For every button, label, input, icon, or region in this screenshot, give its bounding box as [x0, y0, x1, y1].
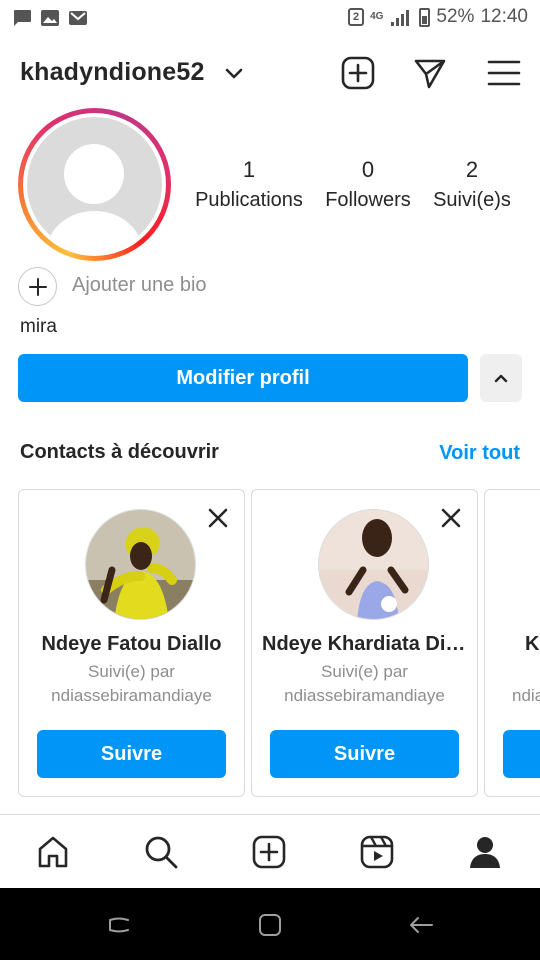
avatar-placeholder-head [64, 144, 124, 204]
follow-button[interactable] [503, 730, 540, 778]
follow-button[interactable]: Suivre [37, 730, 226, 778]
close-icon[interactable] [206, 506, 230, 530]
suggestion-avatar[interactable] [318, 509, 429, 620]
suggestion-card: Ndeye Fatou Diallo Suivi(e) par ndiasseb… [18, 489, 245, 797]
home-icon [38, 836, 68, 868]
nav-search[interactable] [142, 833, 180, 871]
avatar-container [23, 113, 166, 256]
add-bio-label[interactable]: Ajouter une bio [72, 274, 207, 297]
chevron-down-icon[interactable] [222, 62, 246, 86]
bottom-nav [0, 814, 540, 888]
back-arrow-icon[interactable] [406, 910, 436, 940]
message-icon [14, 10, 31, 26]
system-navigation-bar [0, 888, 540, 960]
story-ring[interactable] [18, 108, 171, 261]
nav-new-post[interactable] [250, 833, 288, 871]
new-post-button[interactable] [339, 54, 377, 92]
home-square-icon[interactable] [255, 910, 285, 940]
signal-icon [391, 10, 410, 26]
add-square-icon [341, 56, 375, 90]
recent-apps-icon[interactable] [104, 910, 134, 940]
follow-button[interactable]: Suivre [270, 730, 459, 778]
stat-label: Followers [325, 189, 411, 211]
nav-profile[interactable] [466, 833, 504, 871]
stat-followers[interactable]: 0 Followers [318, 156, 418, 216]
battery-icon [419, 7, 431, 27]
suggestion-name[interactable]: K [525, 633, 539, 656]
reels-icon [360, 835, 394, 869]
person-photo [319, 510, 428, 619]
suggestion-context: Suivi(e) par [321, 662, 408, 681]
toggle-suggestions-button[interactable] [480, 354, 522, 402]
menu-button[interactable] [485, 54, 523, 92]
notification-icons [12, 9, 88, 27]
discover-title: Contacts à découvrir [20, 441, 219, 463]
stat-label: Suivi(e)s [433, 189, 511, 211]
suggestion-card: K ndia [484, 489, 540, 797]
status-bar: 2 4G 52% 12:40 [0, 0, 540, 36]
add-square-icon [252, 835, 286, 869]
plus-icon [28, 277, 47, 296]
stat-value: 2 [465, 157, 479, 182]
profile-header: khadyndione52 [0, 44, 540, 100]
edit-profile-button[interactable]: Modifier profil [18, 354, 468, 402]
suggestion-name[interactable]: Ndeye Fatou Diallo [29, 633, 234, 656]
chevron-up-icon [494, 374, 508, 383]
stat-publications[interactable]: 1 Publications [190, 156, 308, 216]
search-icon [145, 836, 178, 869]
suggestion-carousel[interactable]: Ndeye Fatou Diallo Suivi(e) par ndiasseb… [18, 489, 540, 797]
add-bio-button[interactable] [18, 267, 57, 306]
see-all-link[interactable]: Voir tout [439, 442, 520, 465]
nav-home[interactable] [34, 833, 72, 871]
display-name: mira [20, 316, 57, 337]
person-photo [86, 510, 195, 619]
image-icon [41, 10, 59, 26]
suggestion-name[interactable]: Ndeye Khardiata Diop [262, 633, 467, 656]
avatar-placeholder-body [47, 211, 142, 252]
suggestion-mutual: ndia [512, 686, 540, 705]
profile-icon [470, 837, 500, 868]
stat-label: Publications [195, 189, 303, 211]
username[interactable]: khadyndione52 [20, 58, 205, 87]
gmail-icon [69, 11, 87, 25]
network-type: 4G [370, 11, 384, 22]
clock: 12:40 [480, 6, 528, 27]
stat-value: 0 [361, 157, 375, 182]
avatar [27, 117, 162, 252]
paper-plane-icon [414, 59, 446, 89]
nav-reels[interactable] [358, 833, 396, 871]
suggestion-mutual: ndiassebiramandiaye [51, 686, 212, 705]
direct-messages-button[interactable] [411, 54, 449, 92]
suggestion-card: Ndeye Khardiata Diop Suivi(e) par ndiass… [251, 489, 478, 797]
stat-following[interactable]: 2 Suivi(e)s [428, 156, 516, 216]
hamburger-menu-icon [487, 60, 521, 86]
suggestion-avatar[interactable] [85, 509, 196, 620]
close-icon[interactable] [439, 506, 463, 530]
suggestion-mutual: ndiassebiramandiaye [284, 686, 445, 705]
battery-percent: 52% [436, 6, 475, 27]
sim-badge: 2 [348, 8, 365, 26]
stat-value: 1 [242, 157, 256, 182]
suggestion-context: Suivi(e) par [88, 662, 175, 681]
